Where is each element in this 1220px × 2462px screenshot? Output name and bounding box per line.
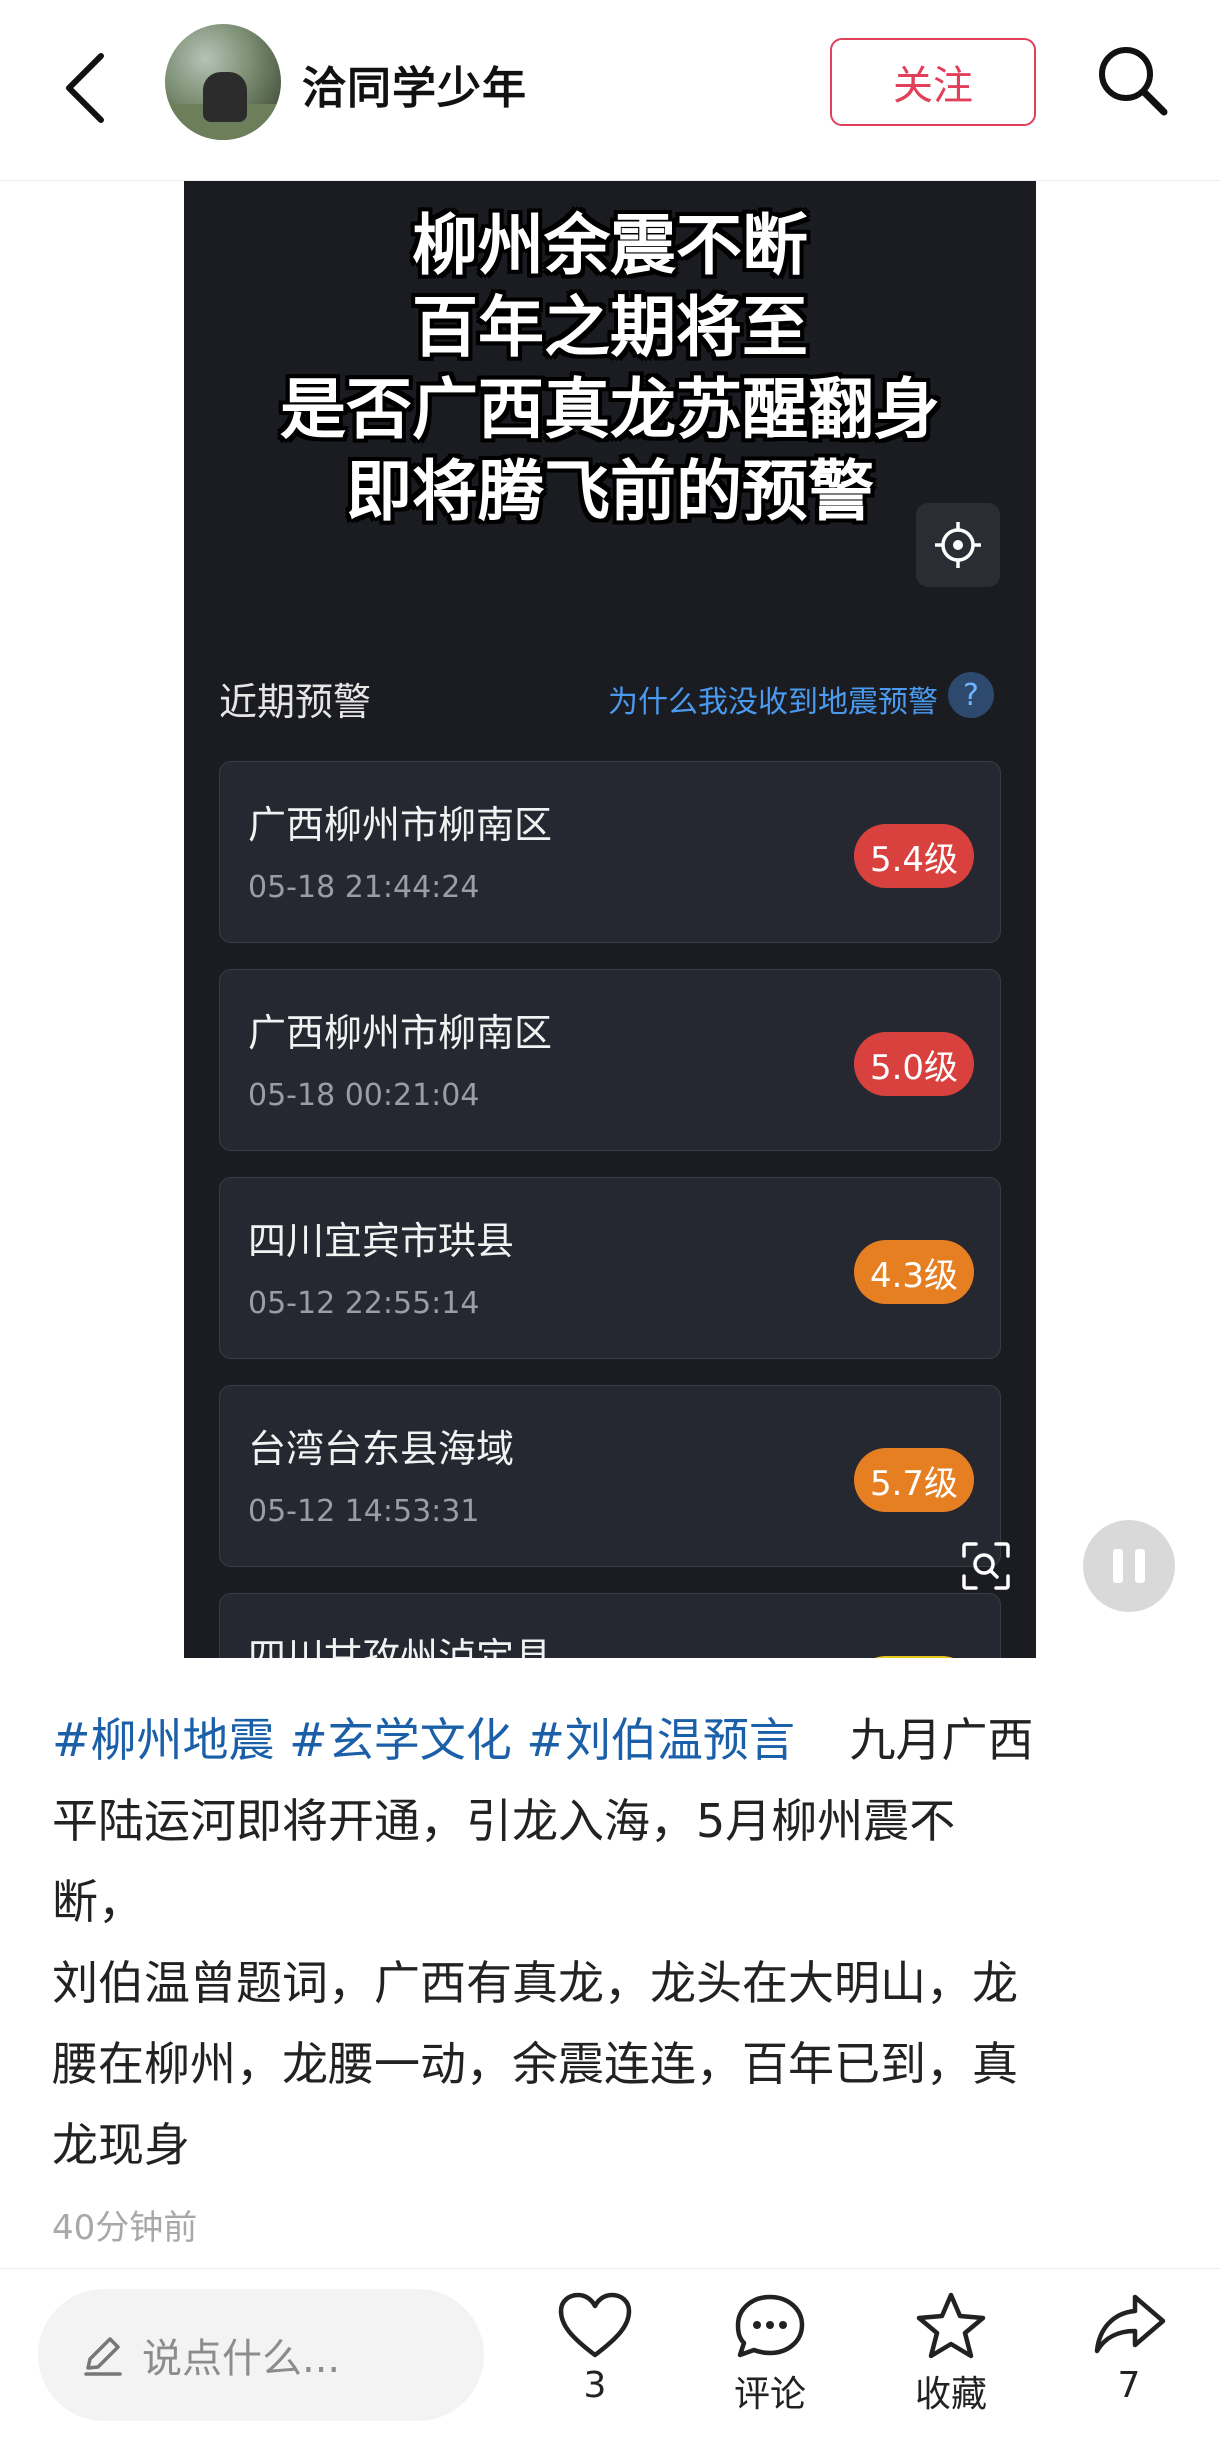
quake-location: 四川宜宾市珙县 (248, 1219, 515, 1263)
locate-button (916, 503, 1000, 587)
like-count: 3 (583, 2365, 607, 2406)
pause-icon (1113, 1549, 1123, 1583)
overlay-line-1: 柳州余震不断 (412, 207, 808, 284)
quake-card: 四川宜宾市珙县 05-12 22:55:14 4.3级 (219, 1177, 1001, 1359)
quake-location: 四川甘孜州泸定县 (248, 1635, 553, 1658)
quake-card: 台湾台东县海域 05-12 14:53:31 5.7级 (219, 1385, 1001, 1567)
quake-time: 05-18 21:44:24 (248, 870, 480, 905)
star-icon (916, 2292, 986, 2359)
post-line-4: 刘伯温曾题词，广西有真龙，龙头在大明山，龙 (52, 1956, 1018, 2010)
magnitude-badge: 5.0级 (854, 1032, 974, 1096)
hashtag-link[interactable]: #刘伯温预言 (526, 1713, 795, 1767)
post-image[interactable]: 柳州余震不断 百年之期将至 是否广西真龙苏醒翻身 即将腾飞前的预警 近期预警 为… (184, 181, 1036, 1658)
quake-location: 台湾台东县海域 (248, 1427, 515, 1471)
help-icon: ? (948, 672, 994, 718)
magnitude-badge: 5.4级 (854, 824, 974, 888)
follow-button[interactable]: 关注 (830, 38, 1036, 126)
pause-button[interactable] (1083, 1520, 1175, 1612)
comment-button[interactable]: 评论 (715, 2291, 825, 2417)
avatar[interactable] (165, 24, 281, 140)
quake-time: 05-18 00:21:04 (248, 1078, 480, 1113)
username[interactable]: 洽同学少年 (302, 52, 527, 116)
magnitude-badge: 4.3级 (854, 1240, 974, 1304)
quake-time: 05-12 14:53:31 (248, 1494, 480, 1529)
overlay-line-2: 百年之期将至 (412, 289, 808, 366)
like-button[interactable]: 3 (540, 2291, 650, 2406)
heart-icon (558, 2292, 632, 2358)
post-text-segment: 九月广西 (849, 1713, 1034, 1767)
back-arrow-icon[interactable] (55, 48, 115, 128)
pencil-icon (84, 2337, 122, 2376)
quake-card: 广西柳州市柳南区 05-18 00:21:04 5.0级 (219, 969, 1001, 1151)
favorite-label: 收藏 (914, 2374, 987, 2415)
bottom-action-bar: 说点什么... 3 评论 收藏 7 (0, 2268, 1220, 2462)
post-line-2: 平陆运河即将开通，引龙入海，5月柳州震不 (52, 1794, 956, 1848)
post-line-5: 腰在柳州，龙腰一动，余震连连，百年已到，真 (52, 2037, 1018, 2091)
image-search-icon[interactable] (960, 1540, 1012, 1592)
magnitude-badge (854, 1656, 974, 1658)
magnitude-badge: 5.7级 (854, 1448, 974, 1512)
top-nav-bar: 洽同学少年 关注 (0, 0, 1220, 181)
quake-card: 四川甘孜州泸定县 (219, 1593, 1001, 1658)
post-timestamp: 40分钟前 (52, 2208, 198, 2248)
quake-location: 广西柳州市柳南区 (248, 803, 553, 847)
comment-input[interactable]: 说点什么... (38, 2289, 484, 2421)
search-icon[interactable] (1092, 40, 1172, 120)
overlay-line-4: 即将腾飞前的预警 (346, 453, 874, 530)
crosshair-icon (935, 522, 981, 568)
overlay-title: 柳州余震不断 百年之期将至 是否广西真龙苏醒翻身 即将腾飞前的预警 (184, 205, 1036, 533)
hashtag-link[interactable]: #玄学文化 (289, 1713, 512, 1767)
comment-placeholder: 说点什么... (142, 2336, 341, 2382)
share-count: 7 (1117, 2365, 1141, 2406)
favorite-button[interactable]: 收藏 (896, 2291, 1006, 2417)
why-link: 为什么我没收到地震预警 (608, 685, 938, 720)
section-title: 近期预警 (219, 680, 372, 724)
share-button[interactable]: 7 (1074, 2291, 1184, 2406)
comment-bubble-icon (735, 2294, 805, 2358)
post-line-6: 龙现身 (52, 2118, 190, 2172)
quake-card: 广西柳州市柳南区 05-18 21:44:24 5.4级 (219, 761, 1001, 943)
post-line-3: 断， (52, 1875, 144, 1929)
quake-location: 广西柳州市柳南区 (248, 1011, 553, 1055)
post-body: #柳州地震 #玄学文化 #刘伯温预言 九月广西 平陆运河即将开通，引龙入海，5月… (52, 1700, 1182, 2186)
post-line-1: #柳州地震 #玄学文化 #刘伯温预言 九月广西 (52, 1700, 1182, 1781)
quake-time: 05-12 22:55:14 (248, 1286, 480, 1321)
share-arrow-icon (1094, 2294, 1166, 2354)
comment-label: 评论 (733, 2374, 806, 2415)
hashtag-link[interactable]: #柳州地震 (52, 1713, 275, 1767)
overlay-line-3: 是否广西真龙苏醒翻身 (280, 371, 940, 448)
